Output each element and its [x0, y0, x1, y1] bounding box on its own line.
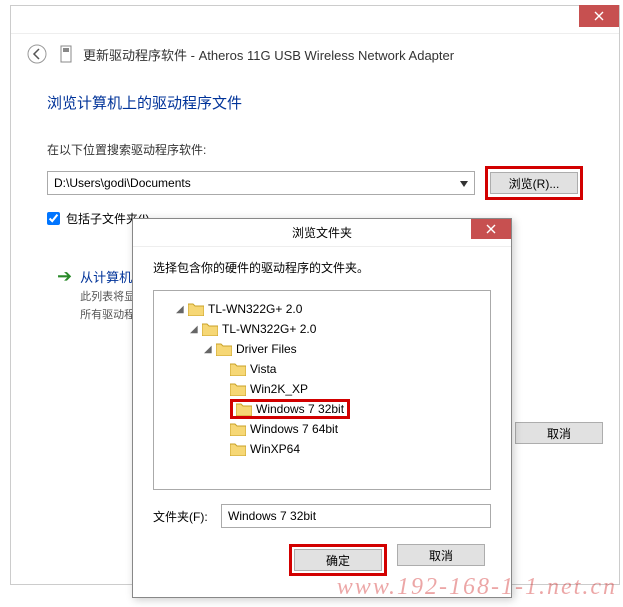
tree-node-root[interactable]: ◢ TL-WN322G+ 2.0: [162, 299, 482, 319]
tree-label: Windows 7 64bit: [250, 422, 338, 436]
tree-node-l3[interactable]: ◢ Driver Files: [162, 339, 482, 359]
window-close-button[interactable]: [579, 5, 619, 27]
dialog-title-text: 浏览文件夹: [292, 224, 352, 241]
browse-highlight: 浏览(R)...: [485, 166, 583, 200]
expand-arrow-icon[interactable]: ◢: [176, 304, 188, 315]
cancel-button-main[interactable]: 取消: [515, 422, 603, 444]
path-value: D:\Users\godi\Documents: [54, 176, 191, 190]
expand-arrow-icon[interactable]: ◢: [190, 324, 202, 335]
link-desc-1: 此列表将显: [80, 288, 135, 304]
arrow-right-icon: ➔: [57, 267, 72, 285]
folder-input-row: 文件夹(F):: [153, 504, 491, 528]
dialog-body: 选择包含你的硬件的驱动程序的文件夹。 ◢ TL-WN322G+ 2.0 ◢ TL…: [133, 247, 511, 588]
folder-icon: [236, 402, 252, 416]
browse-folder-dialog: 浏览文件夹 选择包含你的硬件的驱动程序的文件夹。 ◢ TL-WN322G+ 2.…: [132, 218, 512, 598]
tree-node-l2[interactable]: ◢ TL-WN322G+ 2.0: [162, 319, 482, 339]
selected-highlight: Windows 7 32bit: [230, 399, 350, 419]
folder-icon: [230, 442, 246, 456]
tree-node-win7-32[interactable]: Windows 7 32bit: [162, 399, 482, 419]
folder-icon: [230, 362, 246, 376]
folder-icon: [230, 422, 246, 436]
window-title: 更新驱动程序软件 - Atheros 11G USB Wireless Netw…: [83, 45, 454, 64]
folder-icon: [202, 322, 218, 336]
tree-label: Vista: [250, 362, 276, 376]
folder-icon: [230, 382, 246, 396]
dialog-message: 选择包含你的硬件的驱动程序的文件夹。: [153, 259, 491, 276]
dropdown-arrow-icon: [460, 176, 468, 190]
title-prefix: 更新驱动程序软件 -: [83, 48, 199, 63]
tree-node-winxp64[interactable]: WinXP64: [162, 439, 482, 459]
device-icon: [59, 45, 73, 63]
window-header: 更新驱动程序软件 - Atheros 11G USB Wireless Netw…: [11, 34, 619, 74]
tree-label: Win2K_XP: [250, 382, 308, 396]
search-location-label: 在以下位置搜索驱动程序软件:: [47, 141, 583, 158]
folder-icon: [188, 302, 204, 316]
ok-highlight: 确定: [289, 544, 387, 576]
dialog-titlebar: 浏览文件夹: [133, 219, 511, 247]
tree-label: WinXP64: [250, 442, 300, 456]
folder-icon: [216, 342, 232, 356]
dialog-close-button[interactable]: [471, 219, 511, 239]
path-dropdown[interactable]: D:\Users\godi\Documents: [47, 171, 475, 195]
window-titlebar: [11, 6, 619, 34]
folder-field-label: 文件夹(F):: [153, 508, 213, 525]
folder-tree[interactable]: ◢ TL-WN322G+ 2.0 ◢ TL-WN322G+ 2.0 ◢ Driv…: [153, 290, 491, 490]
expand-arrow-icon[interactable]: ◢: [204, 344, 216, 355]
path-row: D:\Users\godi\Documents 浏览(R)...: [47, 166, 583, 200]
browse-button[interactable]: 浏览(R)...: [490, 172, 578, 194]
folder-name-input[interactable]: [221, 504, 491, 528]
main-window-buttons: 取消: [515, 422, 603, 444]
ok-button[interactable]: 确定: [294, 549, 382, 571]
device-name: Atheros 11G USB Wireless Network Adapter: [199, 48, 455, 63]
tree-node-win2k[interactable]: Win2K_XP: [162, 379, 482, 399]
dialog-buttons: 确定 取消: [153, 544, 491, 576]
tree-label: TL-WN322G+ 2.0: [222, 322, 316, 336]
link-title: 从计算机: [80, 267, 135, 286]
dialog-cancel-button[interactable]: 取消: [397, 544, 485, 566]
tree-node-vista[interactable]: Vista: [162, 359, 482, 379]
back-button[interactable]: [25, 42, 49, 66]
tree-node-win7-64[interactable]: Windows 7 64bit: [162, 419, 482, 439]
include-subfolders-checkbox[interactable]: [47, 212, 60, 225]
tree-label: Windows 7 32bit: [256, 402, 344, 416]
page-heading: 浏览计算机上的驱动程序文件: [47, 92, 583, 113]
tree-label: Driver Files: [236, 342, 297, 356]
link-desc-2: 所有驱动程: [80, 306, 135, 322]
tree-label: TL-WN322G+ 2.0: [208, 302, 302, 316]
